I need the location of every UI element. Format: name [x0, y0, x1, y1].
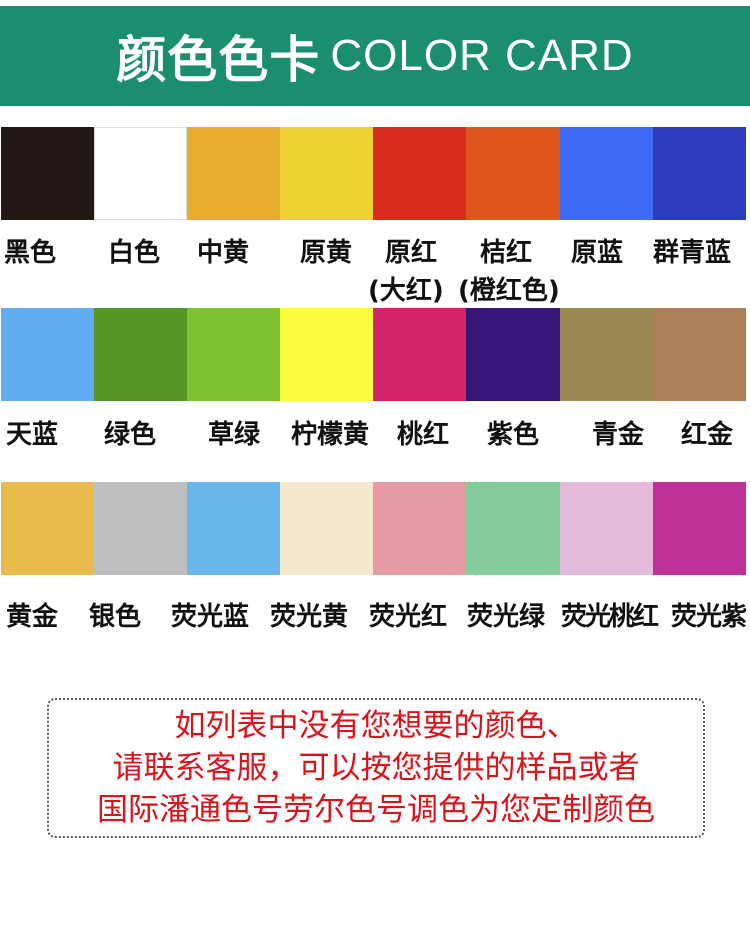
swatch-primary-yellow — [280, 127, 374, 220]
swatch-label: 原黄 — [300, 238, 353, 268]
swatch-white — [94, 127, 188, 220]
notice-line-1: 如列表中没有您想要的颜色、 — [174, 708, 578, 744]
swatch-primary-blue — [559, 127, 653, 220]
swatch-label: 群青蓝 — [653, 238, 732, 268]
swatch-yellow-gold — [1, 482, 95, 575]
label-row-3: 黄金 银色 荧光蓝 荧光黄 荧光红 荧光绿 荧光桃红 荧光紫 — [0, 600, 750, 680]
swatch-row-1 — [1, 127, 746, 220]
swatch-label: 紫色 — [487, 420, 540, 450]
swatch-label: 荧光黄 — [270, 602, 349, 632]
swatch-label: 荧光蓝 — [171, 602, 250, 632]
swatch-fluorescent-pink — [559, 482, 653, 575]
swatch-label: 中黄 — [197, 238, 250, 268]
swatch-label: 绿色 — [104, 420, 157, 450]
swatch-purple — [466, 308, 560, 401]
swatch-label: 黄金 — [6, 602, 59, 632]
swatch-label: 荧光桃红 — [561, 602, 659, 632]
swatch-orange-red — [466, 127, 560, 220]
label-row-1: 黑色 白色 中黄 原黄 原红 桔红 原蓝 群青蓝 (大红) (橙红色) — [0, 236, 750, 316]
swatch-green — [94, 308, 188, 401]
swatch-label: 红金 — [681, 420, 734, 450]
swatch-label: 青金 — [592, 420, 645, 450]
title-cn: 颜色色卡 — [116, 31, 321, 89]
swatch-label: 桃红 — [397, 420, 450, 450]
swatch-label: 草绿 — [208, 420, 261, 450]
swatch-lemon-yellow — [280, 308, 374, 401]
swatch-fluorescent-green — [466, 482, 560, 575]
swatch-label: 柠檬黄 — [291, 420, 370, 450]
swatch-label: 原蓝 — [571, 238, 624, 268]
swatch-peach-red — [373, 308, 467, 401]
swatch-black — [1, 127, 95, 220]
custom-color-notice: 如列表中没有您想要的颜色、 请联系客服，可以按您提供的样品或者 国际潘通色号劳尔… — [47, 698, 705, 838]
title-en: COLOR CARD — [330, 31, 634, 80]
swatch-green-gold — [559, 308, 653, 401]
swatch-fluorescent-purple — [652, 482, 746, 575]
swatch-sky-blue — [1, 308, 95, 401]
swatch-primary-red — [373, 127, 467, 220]
notice-line-3: 国际潘通色号劳尔色号调色为您定制颜色 — [97, 792, 655, 828]
swatch-label: 荧光绿 — [467, 602, 546, 632]
page-header: 颜色色卡 COLOR CARD — [0, 6, 750, 106]
swatch-red-gold — [652, 308, 746, 401]
swatch-row-2 — [1, 308, 746, 401]
swatch-silver — [94, 482, 188, 575]
swatch-label: 荧光红 — [369, 602, 448, 632]
swatch-fluorescent-blue — [187, 482, 281, 575]
swatch-label: 原红 — [385, 238, 438, 268]
swatch-label: 银色 — [89, 602, 142, 632]
swatch-sublabel: (橙红色) — [458, 276, 560, 306]
swatch-fluorescent-yellow — [280, 482, 374, 575]
swatch-fluorescent-red — [373, 482, 467, 575]
swatch-label: 天蓝 — [6, 420, 59, 450]
swatch-medium-yellow — [187, 127, 281, 220]
swatch-label: 桔红 — [480, 238, 533, 268]
swatch-sublabel: (大红) — [368, 276, 444, 306]
swatch-grass-green — [187, 308, 281, 401]
swatch-ultramarine — [652, 127, 746, 220]
swatch-label: 荧光紫 — [671, 602, 747, 632]
notice-line-2: 请联系客服，可以按您提供的样品或者 — [112, 750, 640, 786]
swatch-label: 白色 — [108, 238, 161, 268]
swatch-label: 黑色 — [4, 238, 57, 268]
swatch-row-3 — [1, 482, 746, 575]
